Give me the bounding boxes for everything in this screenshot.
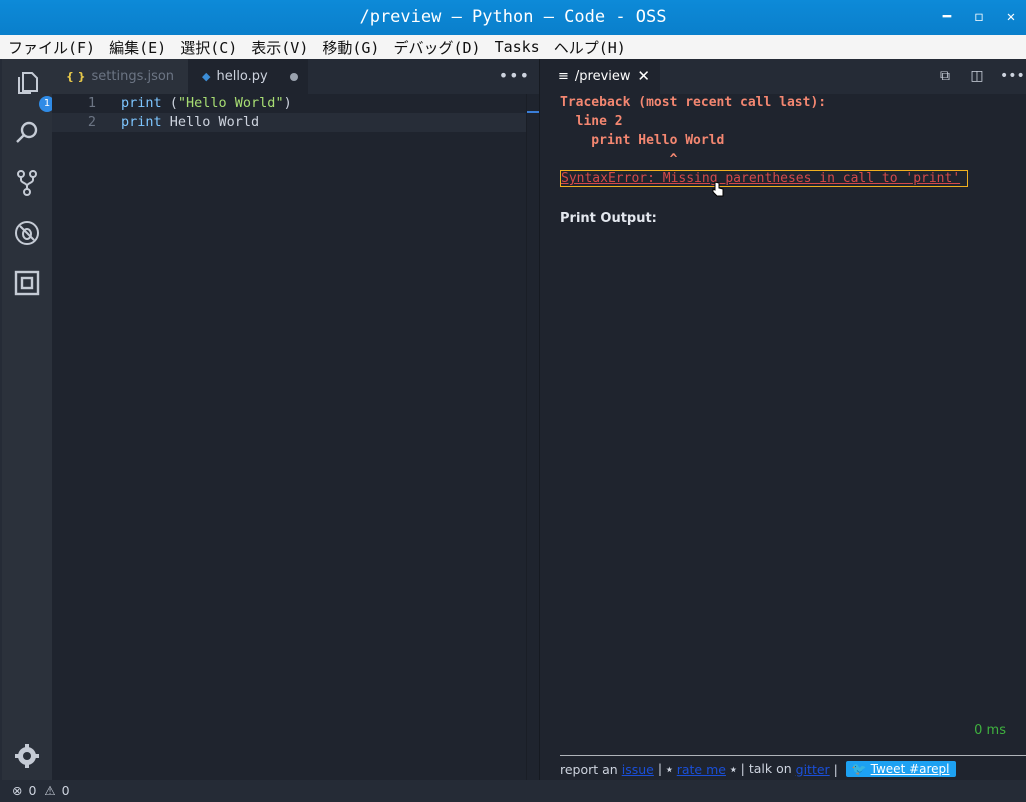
error-icon: ⊗: [12, 783, 23, 798]
errors-status[interactable]: ⊗ 0: [12, 783, 38, 798]
json-file-icon: { }: [66, 70, 86, 83]
preview-footer: report an issue | ⭑ rate me ⭑ | talk on …: [560, 761, 956, 777]
warning-icon: ⚠: [44, 783, 56, 798]
traceback-line: line 2: [560, 114, 623, 129]
tweet-button[interactable]: 🐦 Tweet #arepl: [845, 761, 956, 777]
tab-hello-py[interactable]: ◆ hello.py: [188, 59, 308, 94]
traceback-code: print Hello World: [560, 133, 725, 148]
print-output-label: Print Output:: [560, 211, 657, 226]
menu-selection[interactable]: 選択(C): [180, 37, 237, 58]
tab-label: settings.json: [91, 69, 175, 84]
menu-view[interactable]: 表示(V): [251, 37, 308, 58]
window-title: /preview — Python — Code - OSS: [359, 7, 667, 27]
preview-tab-bar: ≡ /preview ✕ ⧉ ◫ •••: [540, 59, 1026, 94]
explorer-icon[interactable]: 1: [13, 69, 55, 112]
editor-scrollbar[interactable]: [526, 94, 541, 780]
menu-go[interactable]: 移動(G): [322, 37, 379, 58]
rate-me-link[interactable]: rate me: [677, 762, 726, 777]
line-number: 1: [87, 95, 96, 111]
footer-text: | ⭑: [653, 761, 677, 776]
close-tab-icon[interactable]: ✕: [637, 59, 650, 94]
menu-help[interactable]: ヘルプ(H): [554, 37, 626, 58]
line-source: print Hello World: [121, 114, 260, 130]
editor-tab-bar: { } settings.json ◆ hello.py •••: [52, 59, 540, 94]
close-icon[interactable]: ✕: [1004, 0, 1018, 35]
more-actions-icon[interactable]: •••: [499, 59, 530, 92]
code-line: 1 print ("Hello World"): [52, 94, 526, 113]
preview-panel: ≡ /preview ✕ ⧉ ◫ ••• Traceback (most rece…: [540, 59, 1026, 780]
line-number: 2: [87, 114, 96, 130]
menu-debug[interactable]: デバッグ(D): [393, 37, 480, 58]
menu-file[interactable]: ファイル(F): [8, 37, 95, 58]
menu-bar: ファイル(F) 編集(E) 選択(C) 表示(V) 移動(G) デバッグ(D) …: [0, 35, 1026, 59]
footer-divider: [560, 755, 1026, 756]
debug-icon[interactable]: [13, 219, 41, 247]
window-controls: ━ ◻ ✕: [940, 0, 1018, 35]
tab-preview[interactable]: ≡ /preview ✕: [540, 59, 660, 94]
footer-text: |: [829, 761, 842, 777]
source-control-icon[interactable]: [13, 169, 41, 197]
window-titlebar: /preview — Python — Code - OSS ━ ◻ ✕: [0, 0, 1026, 35]
activity-bar: 1: [2, 59, 55, 780]
tab-label: hello.py: [216, 69, 268, 84]
tab-label: /preview: [574, 69, 631, 84]
syntax-error-message[interactable]: SyntaxError: Missing parentheses in call…: [560, 170, 968, 187]
hand-cursor-icon: [712, 181, 724, 201]
execution-time: 0 ms: [974, 723, 1006, 738]
maximize-icon[interactable]: ◻: [972, 0, 986, 35]
code-line: 2 print Hello World: [52, 113, 526, 132]
traceback-header: Traceback (most recent call last):: [560, 95, 827, 110]
extensions-icon[interactable]: [13, 269, 41, 297]
preview-icon: ≡: [558, 69, 569, 84]
tab-settings-json[interactable]: { } settings.json: [52, 59, 188, 94]
settings-gear-icon[interactable]: [13, 742, 41, 770]
footer-text: ⭑ | talk on: [725, 761, 796, 776]
code-area[interactable]: 1 print ("Hello World") 2 print Hello Wo…: [52, 94, 526, 780]
menu-tasks[interactable]: Tasks: [495, 38, 540, 56]
gitter-link[interactable]: gitter: [796, 762, 830, 777]
menu-edit[interactable]: 編集(E): [109, 37, 166, 58]
warnings-status[interactable]: ⚠ 0: [44, 783, 71, 798]
footer-text: report an: [560, 761, 622, 777]
split-editor-icon[interactable]: ◫: [968, 68, 986, 86]
python-file-icon: ◆: [202, 70, 211, 83]
editor-group: { } settings.json ◆ hello.py ••• 1 print (…: [52, 59, 541, 780]
traceback-caret: ^: [560, 152, 678, 167]
more-actions-icon[interactable]: •••: [1000, 68, 1025, 86]
search-icon[interactable]: [13, 119, 41, 147]
tweet-label: Tweet #arepl: [870, 762, 950, 776]
twitter-icon: 🐦: [851, 762, 867, 776]
open-changes-icon[interactable]: ⧉: [936, 68, 954, 86]
issue-link[interactable]: issue: [622, 762, 654, 777]
status-bar: ⊗ 0 ⚠ 0: [0, 780, 1026, 802]
unsaved-dot-icon[interactable]: [290, 73, 298, 81]
minimize-icon[interactable]: ━: [940, 0, 954, 35]
line-source: print ("Hello World"): [121, 95, 292, 111]
